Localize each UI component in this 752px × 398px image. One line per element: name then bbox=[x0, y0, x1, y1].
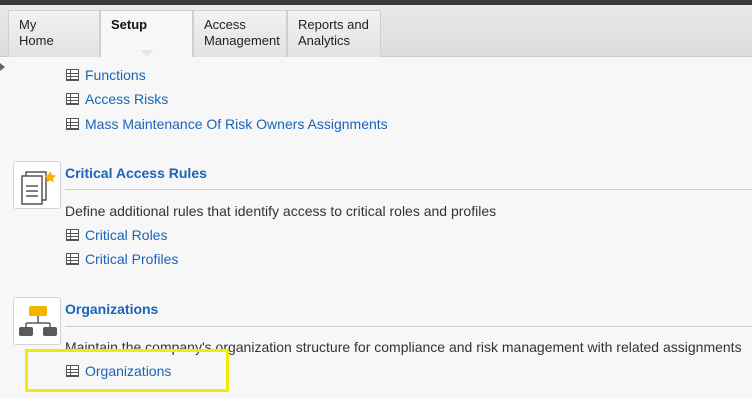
table-icon bbox=[66, 118, 79, 130]
highlight-box bbox=[25, 349, 229, 392]
link-label: Critical Profiles bbox=[85, 251, 179, 267]
critical-access-rules-description: Define additional rules that identify ac… bbox=[65, 203, 497, 219]
table-icon bbox=[66, 69, 79, 81]
active-tab-pointer bbox=[140, 50, 154, 57]
link-label: Critical Roles bbox=[85, 227, 168, 243]
tab-label-line1: Reports and bbox=[298, 17, 369, 32]
tab-label-line1: Access bbox=[204, 17, 246, 32]
critical-rules-icon bbox=[13, 161, 61, 209]
tab-my-home[interactable]: My Home bbox=[8, 10, 100, 57]
table-icon bbox=[66, 253, 79, 265]
tab-bar: My Home Setup Access Management Reports … bbox=[0, 5, 752, 57]
link-access-risks[interactable]: Access Risks bbox=[66, 90, 168, 108]
tab-label-line2: Home bbox=[19, 33, 54, 48]
link-functions[interactable]: Functions bbox=[66, 66, 146, 84]
section-divider bbox=[65, 189, 752, 190]
table-icon bbox=[66, 229, 79, 241]
organizations-title[interactable]: Organizations bbox=[65, 301, 158, 317]
link-mass-maintenance[interactable]: Mass Maintenance Of Risk Owners Assignme… bbox=[66, 115, 388, 133]
collapse-arrow-icon[interactable] bbox=[0, 63, 5, 71]
link-label: Access Risks bbox=[85, 91, 169, 107]
link-label: Functions bbox=[85, 67, 146, 83]
section-divider bbox=[65, 326, 752, 327]
table-icon bbox=[66, 93, 79, 105]
link-critical-roles[interactable]: Critical Roles bbox=[66, 226, 167, 244]
tab-access-management[interactable]: Access Management bbox=[193, 10, 287, 57]
tab-label-line2: Analytics bbox=[298, 33, 351, 48]
link-label: Mass Maintenance Of Risk Owners Assignme… bbox=[85, 116, 388, 132]
organizations-icon bbox=[13, 297, 61, 345]
tab-reports-analytics[interactable]: Reports and Analytics bbox=[287, 10, 381, 57]
critical-access-rules-title[interactable]: Critical Access Rules bbox=[65, 165, 207, 181]
tab-label-line1: Setup bbox=[111, 17, 148, 32]
tab-label-line1: My bbox=[19, 17, 37, 32]
tab-label-line2: Management bbox=[204, 33, 280, 48]
link-critical-profiles[interactable]: Critical Profiles bbox=[66, 250, 178, 268]
